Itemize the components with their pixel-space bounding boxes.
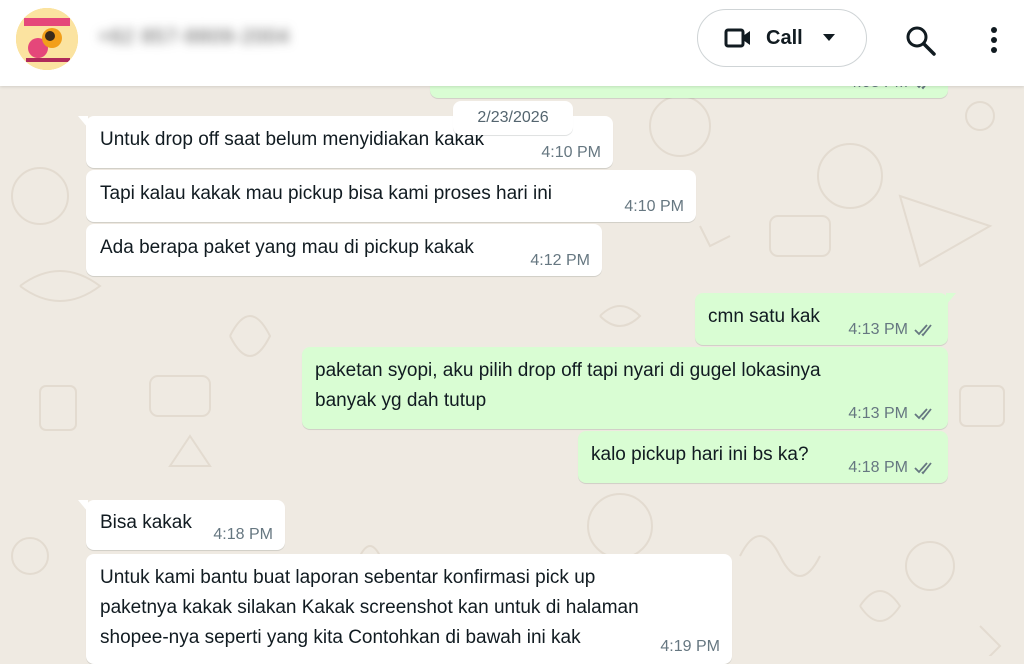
message-time: 4:18 PM (213, 526, 273, 543)
message-incoming[interactable]: Ada berapa paket yang mau di pickup kaka… (86, 224, 602, 276)
message-time: 4:19 PM (660, 638, 720, 655)
date-separator: 2/23/2026 (453, 101, 573, 135)
message-meta: 4:19 PM (660, 638, 720, 656)
message-text: cmn satu kak (708, 306, 820, 327)
message-incoming[interactable]: Tapi kalau kakak mau pickup bisa kami pr… (86, 170, 696, 222)
message-text-line: paketan syopi, aku pilih drop off tapi n… (315, 360, 821, 381)
bubble-tail (78, 116, 88, 128)
message-time: 4:18 PM (848, 459, 908, 476)
message-meta: 4:13 PM (848, 321, 936, 339)
more-vertical-icon[interactable] (984, 24, 1004, 56)
contact-name[interactable]: +62 857-8809-2004 (98, 26, 290, 49)
message-incoming[interactable]: Untuk kami bantu buat laporan sebentar k… (86, 554, 732, 664)
chat-header: +62 857-8809-2004 Call (0, 0, 1024, 86)
read-ticks-icon (914, 408, 932, 421)
message-meta: 4:18 PM (213, 526, 273, 544)
message-meta: 4:18 PM (848, 459, 936, 477)
contact-avatar[interactable] (16, 8, 78, 70)
message-text-line: shopee-nya seperti yang kita Contohkan d… (100, 627, 581, 648)
video-call-icon (724, 27, 752, 49)
call-button[interactable]: Call (697, 9, 867, 67)
message-time: 4:12 PM (530, 252, 590, 269)
message-incoming[interactable]: Bisa kakak 4:18 PM (78, 500, 285, 550)
message-text: Tapi kalau kakak mau pickup bisa kami pr… (100, 183, 552, 204)
read-ticks-icon (914, 324, 932, 337)
message-meta: 4:10 PM (541, 144, 601, 162)
message-meta: 4:12 PM (530, 252, 590, 270)
message-time: 4:10 PM (624, 198, 684, 215)
message-outgoing[interactable]: paketan syopi, aku pilih drop off tapi n… (302, 347, 948, 429)
message-time: 4:10 PM (541, 144, 601, 161)
chevron-down-icon[interactable] (822, 32, 835, 44)
bubble-tail (78, 500, 88, 512)
search-icon[interactable] (904, 24, 938, 58)
message-text: kalo pickup hari ini bs ka? (591, 444, 809, 465)
read-ticks-icon (914, 462, 932, 475)
bubble-tail (946, 293, 956, 305)
message-meta: 4:10 PM (624, 198, 684, 216)
message-text-line: paketnya kakak silakan Kakak screenshot … (100, 597, 639, 618)
call-label: Call (766, 26, 803, 49)
message-text: Ada berapa paket yang mau di pickup kaka… (100, 237, 474, 258)
message-outgoing[interactable]: cmn satu kak 4:13 PM (695, 293, 956, 345)
message-time: 4:13 PM (848, 321, 908, 338)
message-time: 4:13 PM (848, 405, 908, 422)
message-text-line: Untuk kami bantu buat laporan sebentar k… (100, 567, 596, 588)
message-text-line: banyak yg dah tutup (315, 390, 487, 411)
message-text: Untuk drop off saat belum menyidiakan ka… (100, 129, 485, 150)
message-meta: 4:13 PM (848, 405, 936, 423)
message-outgoing[interactable]: kalo pickup hari ini bs ka? 4:18 PM (578, 431, 948, 483)
message-text: Bisa kakak (100, 512, 192, 533)
